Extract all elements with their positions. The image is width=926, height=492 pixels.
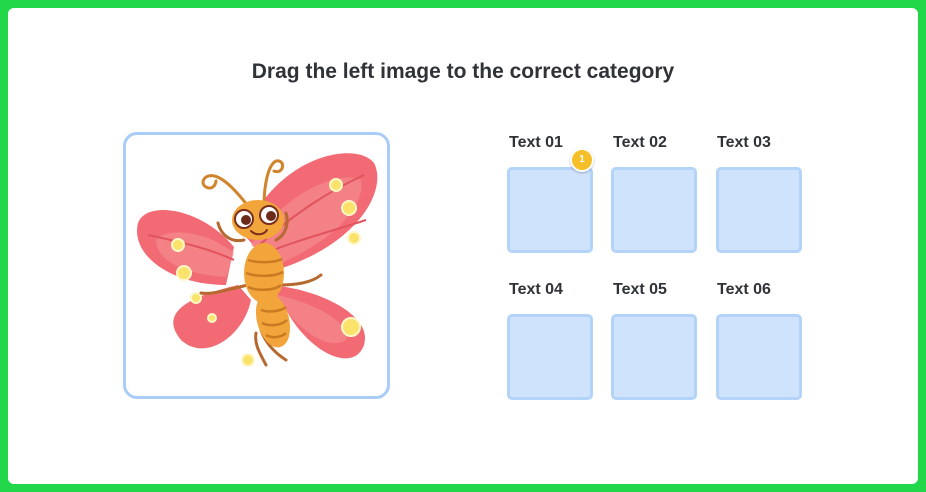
drop-slot-4[interactable]	[507, 314, 593, 400]
drop-slot-1[interactable]	[507, 167, 593, 253]
drop-slot-3[interactable]	[716, 167, 802, 253]
drop-slot-2[interactable]	[611, 167, 697, 253]
slot-label-1: Text 01	[509, 134, 563, 151]
instruction-title: Drag the left image to the correct categ…	[251, 60, 675, 83]
slot-label-2: Text 02	[613, 134, 667, 151]
slot-count-badge: 1	[570, 148, 594, 172]
drop-slot-5[interactable]	[611, 314, 697, 400]
slot-label-4: Text 04	[509, 281, 563, 298]
slot-label-5: Text 05	[613, 281, 667, 298]
slot-label-6: Text 06	[717, 281, 771, 298]
butterfly-illustration	[137, 153, 378, 367]
draggable-image-card[interactable]	[123, 132, 390, 399]
drop-slot-6[interactable]	[716, 314, 802, 400]
slot-label-3: Text 03	[717, 134, 771, 151]
